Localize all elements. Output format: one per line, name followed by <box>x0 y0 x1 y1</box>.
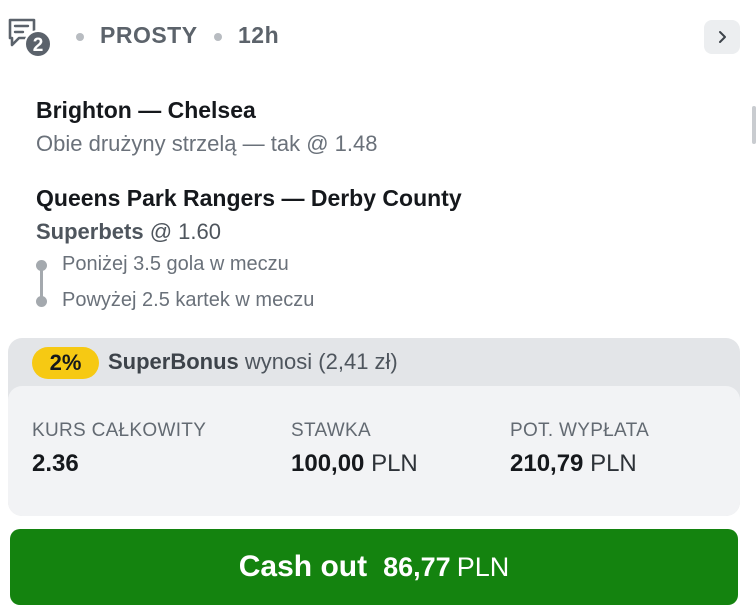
cash-out-label: Cash out <box>238 550 368 583</box>
superbet-name: Superbets <box>36 219 144 244</box>
superbet-leg: Poniżej 3.5 gola w meczu <box>62 253 289 275</box>
total-odds-label: KURS CAŁKOWITY <box>32 420 207 441</box>
bonus-name: SuperBonus <box>108 349 239 374</box>
stake-value: 100,00 PLN <box>291 450 418 478</box>
superbet-leg: Powyżej 2.5 kartek w meczu <box>62 289 315 311</box>
payout-value: 210,79 PLN <box>510 450 637 478</box>
payout-label: POT. WYPŁATA <box>510 420 650 441</box>
payout-currency: PLN <box>590 450 637 477</box>
superbet-line: Superbets @ 1.60 <box>36 219 221 245</box>
cash-out-currency: PLN <box>456 551 510 582</box>
payout-amount: 210,79 <box>510 450 584 477</box>
bet-count-badge: 2 <box>24 30 52 58</box>
bet-type-label: PROSTY <box>100 22 198 48</box>
bet-time-label: 12h <box>238 22 280 48</box>
stake-label: STAWKA <box>291 420 371 441</box>
cash-out-amount: 86,77 <box>383 551 451 582</box>
separator-dot <box>76 33 84 41</box>
cash-out-button[interactable]: Cash out 86,77 PLN <box>10 529 738 605</box>
bet-header: 2 PROSTY 12h <box>0 0 756 76</box>
stake-amount: 100,00 <box>291 450 365 477</box>
bonus-text: SuperBonus wynosi (2,41 zł) <box>108 349 398 375</box>
chevron-right-icon <box>719 31 726 43</box>
bonus-amount: wynosi (2,41 zł) <box>244 349 398 374</box>
total-odds-value: 2.36 <box>32 450 79 477</box>
superbet-odds: @ 1.60 <box>149 219 221 244</box>
bet-selection: Obie drużyny strzelą — tak @ 1.48 <box>36 131 378 156</box>
separator-dot <box>214 33 222 41</box>
bonus-percent-badge: 2% <box>32 347 99 379</box>
match-title: Queens Park Rangers — Derby County <box>36 185 462 211</box>
stake-currency: PLN <box>371 450 418 477</box>
bet-summary: KURS CAŁKOWITY 2.36 STAWKA 100,00 PLN PO… <box>8 386 740 516</box>
bet-slip-icon: 2 <box>6 16 54 60</box>
leg-dot <box>36 296 47 307</box>
expand-bet-button[interactable] <box>704 20 740 54</box>
match-title: Brighton — Chelsea <box>36 97 256 123</box>
scrollbar-edge <box>752 106 756 144</box>
